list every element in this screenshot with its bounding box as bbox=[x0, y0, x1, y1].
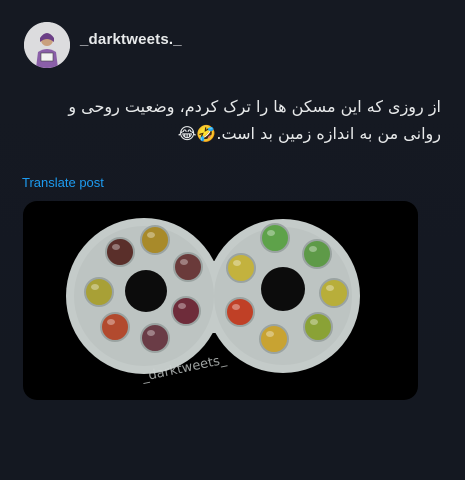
pill bbox=[225, 297, 255, 327]
pill-highlight bbox=[112, 244, 120, 250]
post-text: از روزی که این مسکن ها را ترک کردم، وضعی… bbox=[21, 93, 441, 147]
pill bbox=[319, 278, 349, 308]
pill bbox=[226, 253, 256, 283]
pill-highlight bbox=[309, 246, 317, 252]
pill bbox=[140, 323, 170, 353]
pill-highlight bbox=[147, 232, 155, 238]
pill bbox=[140, 225, 170, 255]
pill bbox=[171, 296, 201, 326]
post-container: _darktweets._ از روزی که این مسکن ها را … bbox=[0, 0, 465, 480]
pill bbox=[260, 223, 290, 253]
blister-hole bbox=[261, 267, 305, 311]
avatar-image bbox=[24, 22, 70, 68]
pill-highlight bbox=[180, 259, 188, 265]
pill-highlight bbox=[178, 303, 186, 309]
pill bbox=[84, 277, 114, 307]
post-text-line: روانی من به اندازه زمین بد است.🤣😂 bbox=[177, 124, 441, 143]
pill-highlight bbox=[310, 319, 318, 325]
pill bbox=[105, 237, 135, 267]
pill bbox=[173, 252, 203, 282]
pill-blister-image: _darktweets_ bbox=[66, 218, 360, 385]
pill bbox=[100, 312, 130, 342]
pill-highlight bbox=[267, 230, 275, 236]
pill-highlight bbox=[326, 285, 334, 291]
post-text-line: از روزی که این مسکن ها را ترک کردم، وضعی… bbox=[68, 97, 441, 116]
pill-highlight bbox=[91, 284, 99, 290]
pill-highlight bbox=[233, 260, 241, 266]
pill-highlight bbox=[147, 330, 155, 336]
pill-highlight bbox=[232, 304, 240, 310]
pill-highlight bbox=[266, 331, 274, 337]
pill bbox=[259, 324, 289, 354]
translate-post-link[interactable]: Translate post bbox=[22, 175, 104, 190]
pill-highlight bbox=[107, 319, 115, 325]
blister-hole bbox=[125, 270, 167, 312]
avatar[interactable] bbox=[24, 22, 70, 68]
post-media[interactable]: _darktweets_ bbox=[23, 201, 418, 400]
pill bbox=[303, 312, 333, 342]
username[interactable]: _darktweets._ bbox=[80, 31, 182, 48]
pill bbox=[302, 239, 332, 269]
